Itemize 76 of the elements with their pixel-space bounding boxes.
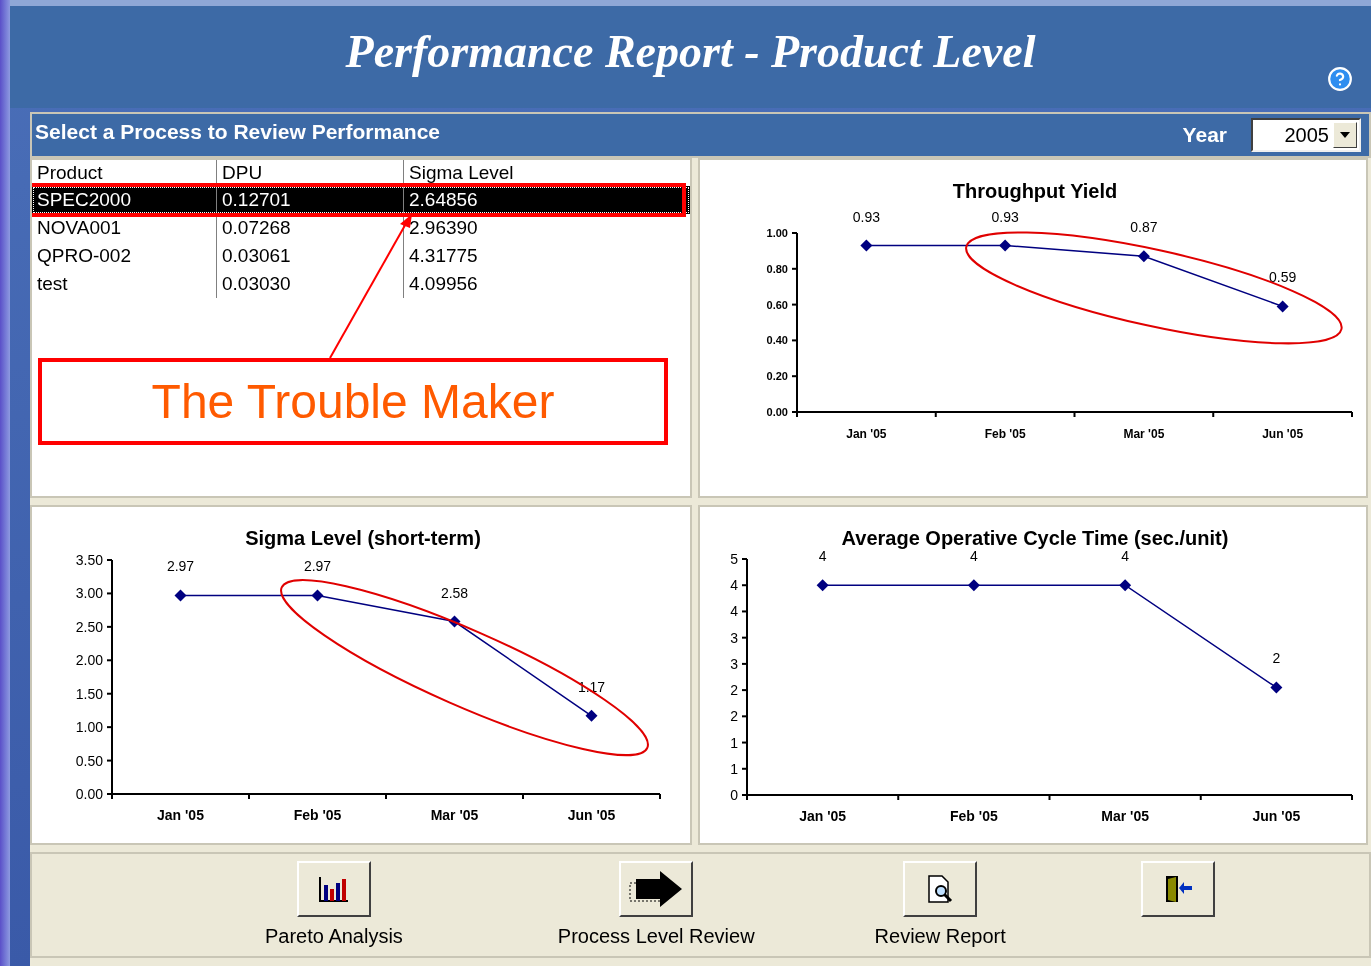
table-cell-text: 4.31775 <box>408 244 479 268</box>
x-tick-label: Mar '05 <box>430 807 479 823</box>
toolbar-button[interactable]: Pareto Analysis <box>265 861 403 951</box>
data-label: 2 <box>1272 650 1281 667</box>
data-label: 0.59 <box>1269 269 1297 286</box>
y-tick-label: 3 <box>730 629 738 646</box>
y-tick-label: 2 <box>730 708 738 725</box>
data-label: 4 <box>1121 548 1129 565</box>
y-tick-label: 1 <box>730 760 738 777</box>
y-tick-label: 2.00 <box>75 652 103 669</box>
table-cell-text: 4.09956 <box>408 272 479 296</box>
table-cell: test <box>32 270 217 298</box>
year-value: 2005 <box>1283 123 1330 148</box>
y-tick-label: 3.50 <box>75 552 103 568</box>
y-tick-label: 0.20 <box>766 370 788 383</box>
data-label: 0.93 <box>991 208 1019 225</box>
chart-title: Average Operative Cycle Time (sec./unit) <box>841 527 1229 549</box>
y-tick-label: 1.00 <box>766 226 788 239</box>
table-cell: QPRO-002 <box>32 242 217 270</box>
chart-title: Throughput Yield <box>952 180 1118 202</box>
y-tick-label: 0 <box>730 787 738 803</box>
section-heading: Select a Process to Review Performance <box>35 119 441 145</box>
x-tick-label: Mar '05 <box>1101 808 1149 824</box>
table-row[interactable]: SPEC2000 0.12701 2.64856 <box>32 186 690 214</box>
column-header: Product <box>32 160 217 186</box>
x-tick-label: Mar '05 <box>1123 427 1165 441</box>
x-tick-label: Jan '05 <box>799 808 847 824</box>
y-tick-label: 0.40 <box>766 334 788 347</box>
y-tick-label: 2.50 <box>75 618 103 635</box>
y-tick-label: 0.80 <box>766 262 788 275</box>
toolbar-button[interactable]: Process Level Review <box>557 861 755 951</box>
table-cell: SPEC2000 <box>32 186 217 214</box>
year-dropdown[interactable]: 2005 <box>1251 118 1361 152</box>
chart-title: Sigma Level (short-term) <box>245 527 481 549</box>
x-tick-label: Jun '05 <box>567 807 616 823</box>
y-tick-label: 0.60 <box>766 298 788 311</box>
x-tick-label: Jun '05 <box>1252 808 1301 824</box>
window-title: Performance Report - Product Level <box>345 24 1036 79</box>
callout-text: The Trouble Maker <box>151 373 555 430</box>
table-cell: NOVA001 <box>32 214 217 242</box>
table-cell-text: 2.64856 <box>408 188 479 212</box>
column-header: DPU <box>217 160 404 186</box>
data-label: 0.87 <box>1130 219 1158 236</box>
table-row[interactable]: QPRO-002 0.03061 4.31775 <box>32 242 690 270</box>
table-cell: 0.03061 <box>217 242 404 270</box>
toolbar-button[interactable]: Review Report <box>874 861 1006 951</box>
table-cell: 0.12701 <box>217 186 404 214</box>
x-tick-label: Feb '05 <box>950 808 998 824</box>
x-tick-label: Jun '05 <box>1262 427 1304 441</box>
x-tick-label: Jan '05 <box>846 427 887 441</box>
column-header: Sigma Level <box>408 161 515 185</box>
x-tick-label: Jan '05 <box>157 807 204 823</box>
y-tick-label: 1 <box>730 734 738 751</box>
y-tick-label: 1.50 <box>75 685 103 702</box>
table-cell: 0.03030 <box>217 270 404 298</box>
y-tick-label: 3 <box>730 655 738 672</box>
data-label: 0.93 <box>852 208 880 225</box>
y-tick-label: 0.50 <box>75 752 103 769</box>
y-tick-label: 5 <box>730 551 738 567</box>
y-tick-label: 0.00 <box>766 405 788 418</box>
data-label: 2.97 <box>303 558 332 575</box>
year-label: Year <box>1182 122 1227 149</box>
x-tick-label: Feb '05 <box>293 807 342 823</box>
data-label: 2.58 <box>440 584 469 601</box>
data-label: 2.97 <box>166 558 195 575</box>
y-tick-label: 4 <box>730 577 738 594</box>
data-label: 4 <box>818 548 827 565</box>
table-cell-text: 2.96390 <box>408 216 479 240</box>
y-tick-label: 4 <box>730 603 738 620</box>
y-tick-label: 3.00 <box>75 585 103 602</box>
y-tick-label: 0.00 <box>75 786 103 802</box>
data-label: 4 <box>970 548 978 565</box>
y-tick-label: 1.00 <box>75 719 103 736</box>
y-tick-label: 2 <box>730 682 738 699</box>
table-row[interactable]: test 0.03030 4.09956 <box>32 270 690 298</box>
x-tick-label: Feb '05 <box>984 427 1026 441</box>
